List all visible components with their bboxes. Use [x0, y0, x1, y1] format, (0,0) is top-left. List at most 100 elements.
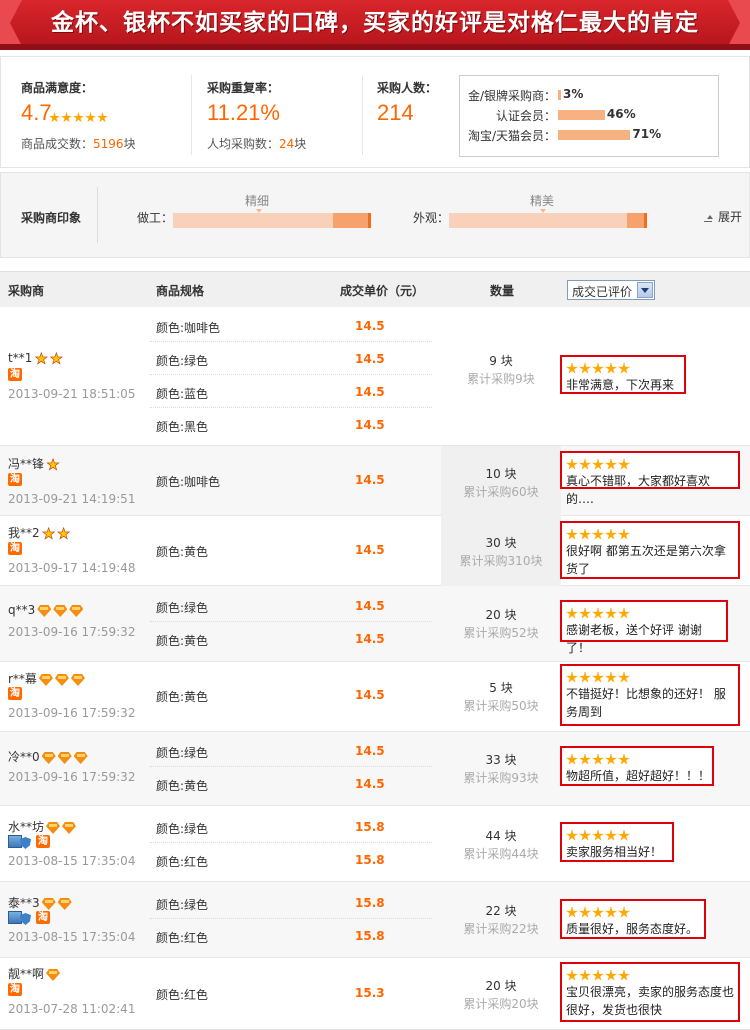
- review-box: 非常满意，下次再来: [560, 355, 686, 394]
- unit-price: 15.3: [355, 986, 385, 1000]
- taobao-icon: 淘: [8, 368, 22, 381]
- star-icon: [592, 906, 604, 918]
- cumulative-purchase: 累计采购22块: [463, 922, 539, 936]
- review-stars: [566, 828, 631, 842]
- spec-value: 颜色:绿色: [156, 601, 209, 615]
- review-stars: [566, 606, 631, 620]
- buyer-name[interactable]: 泰**3: [8, 894, 74, 911]
- breakdown-bar: [558, 90, 562, 100]
- spec-divider: [150, 766, 432, 767]
- unit-price: 14.5: [355, 599, 385, 613]
- star-icon: [605, 829, 617, 841]
- buyer-name[interactable]: 我**2: [8, 524, 72, 541]
- spec-value: 颜色:黄色: [156, 779, 209, 793]
- star-icon: [618, 906, 630, 918]
- review-filter-select[interactable]: 成交已评价: [567, 280, 655, 300]
- breakdown-row: 认证会员： 46%: [495, 107, 636, 123]
- star-icon: [605, 906, 617, 918]
- spec-value: 颜色:黄色: [156, 545, 209, 559]
- satisfaction-sub: 商品成交数：5196块: [21, 137, 136, 151]
- review-stars: [566, 361, 631, 375]
- taobao-icon: 淘: [36, 835, 50, 848]
- taobao-icon: 淘: [8, 983, 22, 996]
- expand-button[interactable]: 展开: [704, 208, 742, 225]
- review-box: 真心不错耶，大家都好喜欢的….: [560, 451, 740, 506]
- star-icon: [566, 753, 578, 765]
- repurchase-label: 采购重复率：: [207, 81, 280, 95]
- taobao-icon: 淘: [8, 542, 22, 555]
- star-icon: [618, 829, 630, 841]
- star-icon: [592, 753, 604, 765]
- buyer-name[interactable]: 靓**啊: [8, 965, 62, 982]
- chevron-down-icon[interactable]: [637, 282, 653, 298]
- buyer-name[interactable]: 冯**锋: [8, 455, 61, 472]
- cumulative-purchase: 累计采购20块: [463, 997, 539, 1011]
- star-icon: [566, 969, 578, 981]
- cumulative-purchase: 累计采购50块: [463, 699, 539, 713]
- cumulative-purchase: 累计采购44块: [463, 847, 539, 861]
- buyer-name[interactable]: r**幕: [8, 670, 87, 687]
- star-icon: [566, 458, 578, 470]
- quantity-cell: [441, 516, 561, 586]
- impression-bar: [449, 213, 647, 228]
- crown-icon: [34, 351, 49, 366]
- purchase-date: 2013-08-15 17:35:04: [8, 930, 136, 944]
- buyers-label: 采购人数：: [377, 81, 438, 95]
- member-breakdown: 金/银牌采购商： 3% 认证会员： 46% 淘宝/天猫会员： 71%: [459, 75, 719, 157]
- review-text: 不错挺好！比想象的还好！ 服务周到: [566, 687, 726, 719]
- diamond-icon: [73, 752, 88, 764]
- review-box: 感谢老板，送个好评 谢谢了！: [560, 600, 728, 655]
- review-text: 卖家服务相当好！: [566, 845, 663, 859]
- buyer-name[interactable]: q**3: [8, 603, 85, 618]
- buyer-level-badges: [41, 897, 74, 911]
- diamond-icon: [62, 822, 77, 834]
- quantity: 44 块: [485, 829, 517, 843]
- unit-price: 14.5: [355, 319, 385, 333]
- buyer-name[interactable]: 水**坊: [8, 818, 78, 835]
- review-stars: [566, 968, 631, 982]
- star-icon: [605, 528, 617, 540]
- buyer-impression-panel: 采购商印象 做工： 精细 外观： 精美: [0, 172, 750, 258]
- table-row: 我**2 淘 2013-09-17 14:19:48 颜色:黄色 14.5 30 块累计采…: [0, 516, 750, 586]
- review-box: 很好啊 都第五次还是第六次拿货了: [560, 521, 740, 579]
- unit-price: 14.5: [355, 473, 385, 487]
- spec-value: 颜色:黄色: [156, 690, 209, 704]
- spec-divider: [150, 341, 432, 342]
- star-icon: [592, 829, 604, 841]
- quantity: 10 块: [485, 467, 517, 481]
- crown-icon: [41, 526, 56, 541]
- star-icon: [579, 969, 591, 981]
- star-icon: [566, 671, 578, 683]
- quantity: 20 块: [485, 608, 517, 622]
- deal-count: 5196: [93, 137, 124, 151]
- spec-value: 颜色:咖啡色: [156, 475, 221, 489]
- spec-value: 颜色:红色: [156, 988, 209, 1002]
- buyer-name[interactable]: t**1: [8, 351, 64, 366]
- taobao-icon: 淘: [8, 687, 22, 700]
- review-text: 质量很好，服务态度好。: [566, 922, 699, 936]
- diamond-icon: [69, 605, 84, 617]
- star-icon: [579, 528, 591, 540]
- star-icon: [579, 753, 591, 765]
- buyer-level-badges: [46, 968, 62, 982]
- table-row: t**1 淘 2013-09-21 18:51:05 颜色:咖啡色 14.5 颜色:绿色 1…: [0, 308, 750, 446]
- taobao-icon: 淘: [8, 473, 22, 486]
- purchase-date: 2013-08-15 17:35:04: [8, 854, 136, 868]
- spec-value: 颜色:绿色: [156, 822, 209, 836]
- divider: [97, 187, 98, 243]
- spec-divider: [150, 842, 432, 843]
- buyer-name[interactable]: 冷**0: [8, 748, 90, 765]
- quantity: 9 块: [489, 354, 513, 368]
- unit-price: 14.5: [355, 688, 385, 702]
- buyer-level-badges: [46, 821, 78, 835]
- spec-value: 颜色:红色: [156, 855, 209, 869]
- header-banner: 金杯、银杯不如买家的口碑，买家的好评是对格仁最大的肯定: [0, 0, 750, 50]
- review-text: 真心不错耶，大家都好喜欢的….: [566, 474, 711, 506]
- buyers-value: 214: [377, 100, 414, 125]
- unit-price: 15.8: [355, 929, 385, 943]
- star-icon: [579, 607, 591, 619]
- review-overflow: ..: [566, 490, 574, 504]
- spec-value: 颜色:绿色: [156, 746, 209, 760]
- col-qty: 数量: [490, 284, 515, 298]
- star-icon: [605, 607, 617, 619]
